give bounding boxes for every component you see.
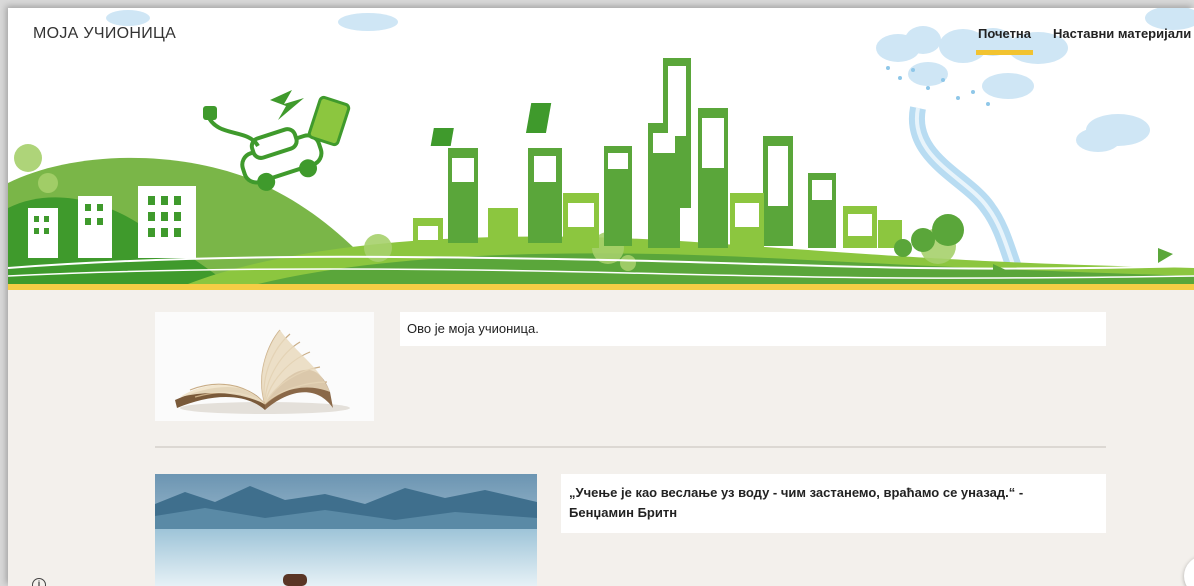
quote-card: „Учење је као веслање уз воду - чим заст… xyxy=(561,474,1106,533)
header-accent-band xyxy=(8,284,1194,290)
nav-item-materials-label: Наставни материјали xyxy=(1053,26,1192,41)
site-title[interactable]: МОЈА УЧИОНИЦА xyxy=(33,25,176,43)
intro-text: Ово је моја учионица. xyxy=(407,321,539,336)
lake-rower-image xyxy=(155,474,537,586)
quote-author: Бенџамин Бритн xyxy=(569,505,678,520)
open-book-image xyxy=(155,312,374,421)
nav-item-home-label: Почетна xyxy=(978,26,1032,41)
floating-action-button[interactable] xyxy=(1184,556,1194,586)
header-banner: МОЈА УЧИОНИЦА Почетна Наставни материјал… xyxy=(8,8,1194,284)
page-frame: МОЈА УЧИОНИЦА Почетна Наставни материјал… xyxy=(8,8,1194,586)
intro-text-card: Ово је моја учионица. xyxy=(400,312,1106,346)
section-divider xyxy=(155,446,1106,448)
nav-item-home[interactable]: Почетна xyxy=(975,26,1034,55)
nav-item-materials[interactable]: Наставни материјали▾ xyxy=(1053,26,1194,41)
quote-text: „Учење је као веслање уз воду - чим заст… xyxy=(569,485,1024,500)
info-icon[interactable]: i xyxy=(32,578,46,586)
top-navigation: Почетна Наставни материјали▾ xyxy=(975,26,1194,55)
